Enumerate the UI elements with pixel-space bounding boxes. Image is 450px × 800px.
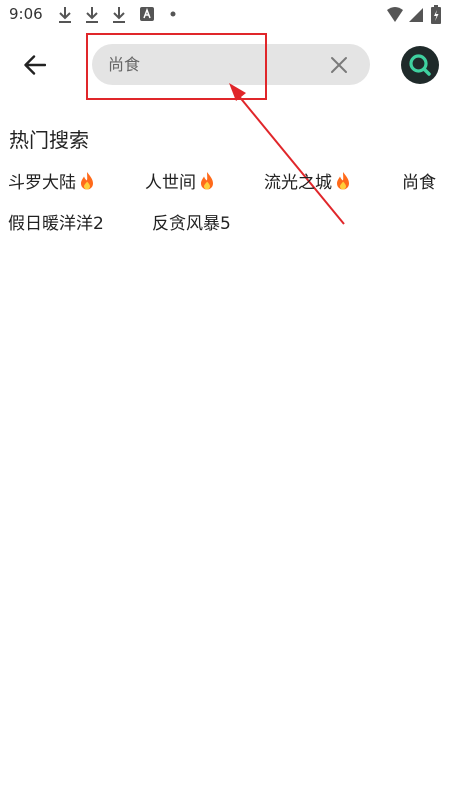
- hot-tag[interactable]: 尚食: [402, 168, 436, 193]
- hot-tag[interactable]: 假日暖洋洋2: [8, 209, 104, 234]
- hot-tag-label: 流光之城: [264, 173, 332, 193]
- hot-search-title: 热门搜索: [9, 128, 89, 152]
- hot-tag-label: 人世间: [145, 173, 196, 193]
- fire-icon: [201, 171, 213, 189]
- hot-tag[interactable]: 流光之城: [264, 168, 352, 193]
- hot-tag[interactable]: 人世间: [145, 168, 216, 193]
- hot-tag-label: 尚食: [402, 173, 436, 193]
- fire-icon: [337, 171, 349, 189]
- hot-tag[interactable]: 反贪风暴5: [152, 209, 231, 234]
- hot-tag-label: 假日暖洋洋2: [8, 214, 104, 234]
- hot-tag-label: 斗罗大陆: [8, 173, 76, 193]
- hot-tag[interactable]: 斗罗大陆: [8, 168, 96, 193]
- fire-icon: [81, 171, 93, 189]
- annotation-arrow: [229, 83, 345, 225]
- hot-tag-label: 反贪风暴5: [152, 214, 231, 234]
